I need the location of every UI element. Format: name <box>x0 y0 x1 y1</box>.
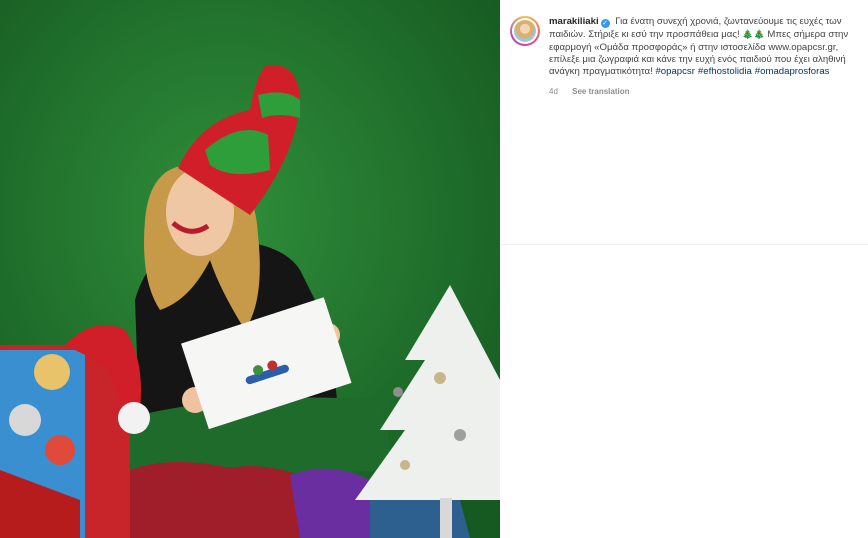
post-age: 4d <box>549 87 558 97</box>
caption: marakiliaki ✓ Για ένατη συνεχή χρονιά, ζω… <box>549 16 850 99</box>
post-side-panel: marakiliaki ✓ Για ένατη συνεχή χρονιά, ζω… <box>500 0 868 538</box>
username-link[interactable]: marakiliaki <box>549 16 599 27</box>
hashtag-link[interactable]: #efhostolidia <box>698 66 752 77</box>
hashtag-list: #opapcsr #efhostolidia #omadaprosforas <box>655 66 832 77</box>
avatar[interactable] <box>510 16 540 46</box>
avatar-photo <box>514 20 536 42</box>
see-translation-button[interactable]: See translation <box>572 87 629 96</box>
post-meta: 4d See translation <box>549 86 850 98</box>
christmas-tree-icon: 🎄🎄 <box>742 29 765 40</box>
post-caption-row: marakiliaki ✓ Για ένατη συνεχή χρονιά, ζω… <box>510 16 850 99</box>
hashtag-link[interactable]: #omadaprosforas <box>755 66 830 77</box>
photo-illustration <box>0 0 500 538</box>
verified-badge-icon: ✓ <box>600 19 610 28</box>
hashtag-link[interactable]: #opapcsr <box>655 66 694 77</box>
post-photo[interactable] <box>0 0 500 538</box>
panel-divider <box>500 244 868 245</box>
